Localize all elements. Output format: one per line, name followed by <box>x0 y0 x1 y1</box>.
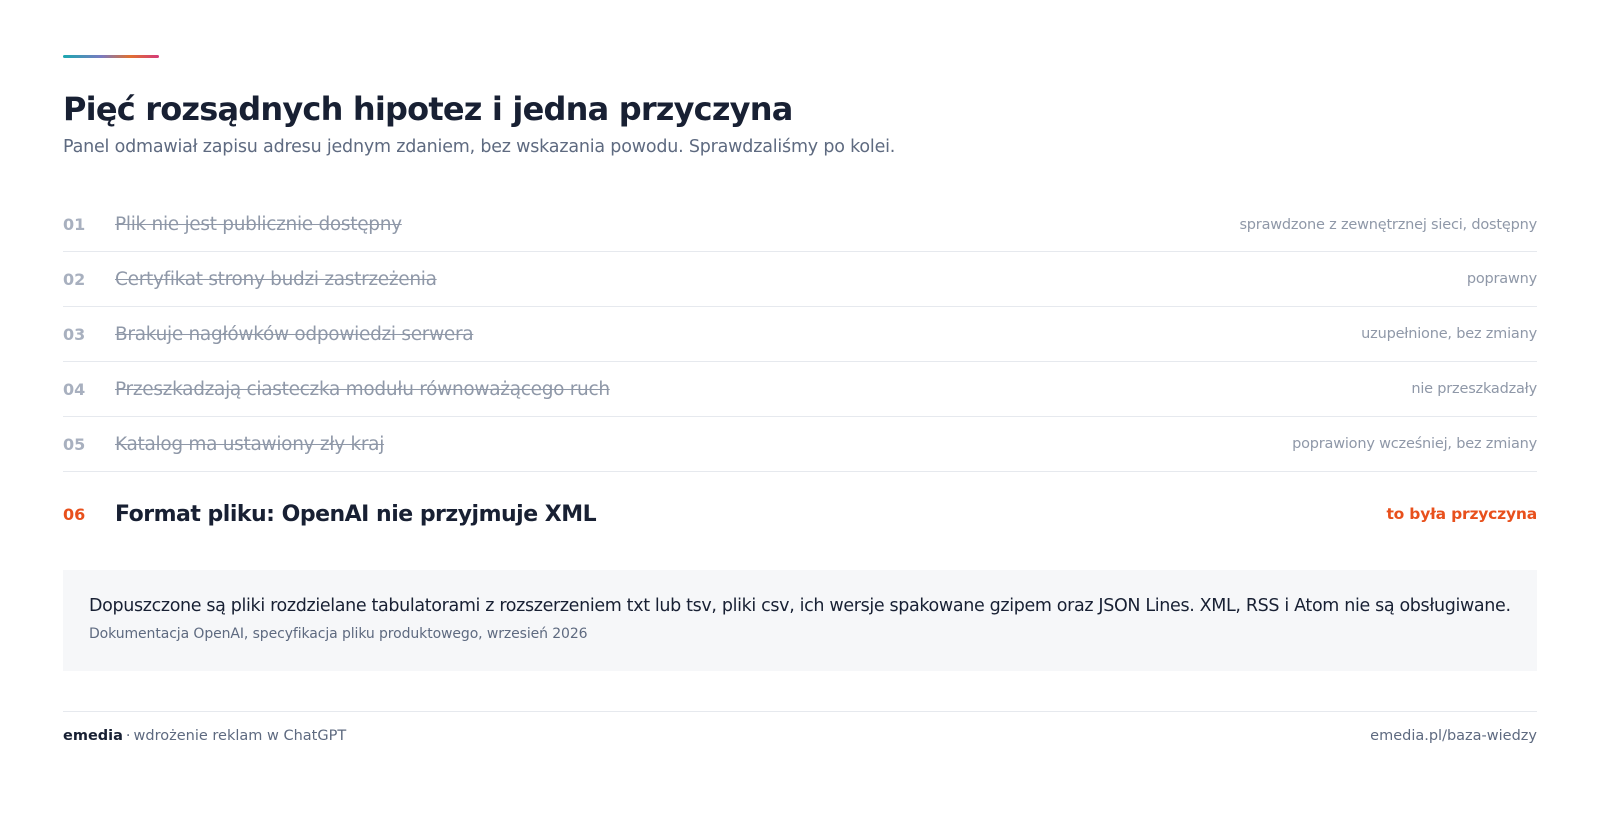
documentation-quote: Dopuszczone są pliki rozdzielane tabulat… <box>63 570 1537 671</box>
hypothesis-number: 04 <box>63 379 86 399</box>
hypothesis-status: poprawny <box>1466 271 1537 287</box>
footer-url[interactable]: emedia.pl/baza-wiedzy <box>1370 728 1537 744</box>
hypothesis-text: Plik nie jest publicznie dostępny <box>115 214 402 235</box>
hypothesis-row: 05 Katalog ma ustawiony zły kraj poprawi… <box>63 417 1537 472</box>
hypotheses-list: 01 Plik nie jest publicznie dostępny spr… <box>63 198 1537 556</box>
footer-tagline: wdrożenie reklam w ChatGPT <box>133 728 347 744</box>
hypothesis-number: 05 <box>63 434 86 454</box>
footer: emedia · wdrożenie reklam w ChatGPT emed… <box>63 711 1537 744</box>
hypothesis-row: 03 Brakuje nagłówków odpowiedzi serwera … <box>63 307 1537 362</box>
hypothesis-number: 01 <box>63 215 86 234</box>
hypothesis-text: Katalog ma ustawiony zły kraj <box>115 433 385 455</box>
quote-source: Dokumentacja OpenAI, specyfikacja pliku … <box>89 626 588 642</box>
page: Pięć rozsądnych hipotez i jedna przyczyn… <box>63 55 1537 744</box>
hypothesis-row: 01 Plik nie jest publicznie dostępny spr… <box>63 198 1537 252</box>
cause-status: to była przyczyna <box>1386 505 1537 523</box>
hypothesis-status: sprawdzone z zewnętrznej sieci, dostępny <box>1239 216 1537 233</box>
cause-row: 06 Format pliku: OpenAI nie przyjmuje XM… <box>63 472 1537 556</box>
hypothesis-status: uzupełnione, bez zmiany <box>1361 326 1537 342</box>
cause-text: Format pliku: OpenAI nie przyjmuje XML <box>115 501 597 527</box>
hypothesis-status: poprawiony wcześniej, bez zmiany <box>1292 436 1537 452</box>
hypothesis-number: 02 <box>63 269 86 289</box>
footer-brand: emedia <box>63 728 123 744</box>
footer-separator: · <box>125 728 131 744</box>
hypothesis-status: nie przeszkadzały <box>1411 381 1537 397</box>
hypothesis-row: 02 Certyfikat strony budzi zastrzeżenia … <box>63 252 1537 307</box>
hypothesis-number: 03 <box>63 324 86 344</box>
hypothesis-text: Certyfikat strony budzi zastrzeżenia <box>115 268 437 290</box>
page-title: Pięć rozsądnych hipotez i jedna przyczyn… <box>63 90 793 128</box>
hypothesis-text: Przeszkadzają ciasteczka modułu równoważ… <box>115 378 610 400</box>
hypothesis-row: 04 Przeszkadzają ciasteczka modułu równo… <box>63 362 1537 417</box>
page-subtitle: Panel odmawiał zapisu adresu jednym zdan… <box>63 137 896 157</box>
accent-bar <box>63 55 159 58</box>
quote-text: Dopuszczone są pliki rozdzielane tabulat… <box>89 596 1511 616</box>
hypothesis-text: Brakuje nagłówków odpowiedzi serwera <box>115 323 474 345</box>
cause-number: 06 <box>63 504 86 524</box>
